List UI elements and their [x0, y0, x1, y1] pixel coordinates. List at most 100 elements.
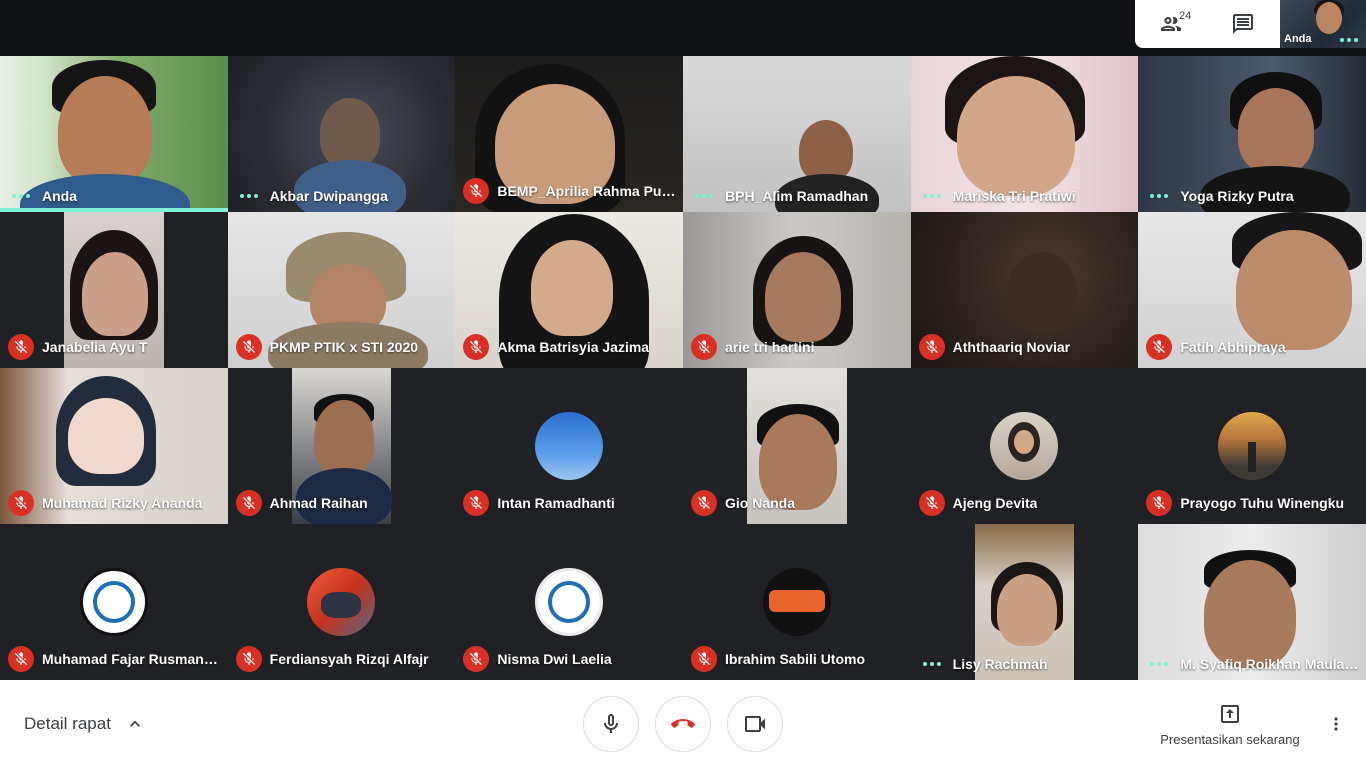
face [68, 398, 144, 474]
participant-tile[interactable]: Anda [0, 56, 228, 212]
participant-name: Muhamad Rizky Ananda [42, 495, 203, 511]
participant-tile[interactable]: Muhamad Fajar Rusmanha... [0, 524, 228, 680]
participant-label: BPH_Alim Ramadhan [691, 188, 905, 204]
more-options-button[interactable] [1326, 714, 1346, 734]
mic-off-icon [235, 334, 262, 360]
audio-level-icon [691, 194, 717, 198]
participant-tile[interactable]: Yoga Rizky Putra [1138, 56, 1366, 212]
face [82, 252, 148, 336]
participant-tile[interactable]: Fatih Abhipraya [1138, 212, 1366, 368]
mic-off-icon [691, 646, 717, 672]
participant-name: Nisma Dwi Laelia [497, 651, 612, 667]
mic-button[interactable] [583, 696, 639, 752]
face [1238, 88, 1315, 174]
participant-name: Fatih Abhipraya [1180, 339, 1286, 355]
participant-tile[interactable]: Akbar Dwipangga [227, 56, 456, 212]
participant-tile[interactable]: Gio Nanda [683, 368, 911, 524]
participant-tile[interactable]: Nisma Dwi Laelia [455, 524, 683, 680]
participant-label: Mariska Tri Pratiwi [919, 188, 1133, 204]
mic-off-icon [918, 490, 945, 516]
present-now-button[interactable]: Presentasikan sekarang [1150, 702, 1310, 747]
participant-tile[interactable]: PKMP PTIK x STI 2020 [227, 212, 456, 368]
participant-label: Yoga Rizky Putra [1146, 188, 1360, 204]
participant-label: Ferdiansyah Rizqi Alfajr [235, 646, 450, 672]
audio-level-icon [1146, 662, 1172, 666]
hangup-button[interactable] [655, 696, 711, 752]
mic-off-icon [8, 334, 34, 360]
participant-grid: Anda Akbar Dwipangga BEMP_Aprilia Rahma … [0, 56, 1366, 680]
participant-label: Prayogo Tuhu Winengku [1146, 490, 1360, 516]
mic-off-icon [691, 490, 717, 516]
face [1204, 560, 1297, 668]
participant-tile[interactable]: BEMP_Aprilia Rahma Pusp... [455, 56, 683, 212]
face [1236, 230, 1353, 350]
meeting-details-button[interactable]: Detail rapat [24, 714, 145, 734]
participant-label: Akma Batrisyia Jazima [463, 334, 677, 360]
participant-name: Yoga Rizky Putra [1180, 188, 1294, 204]
mic-icon [604, 714, 618, 733]
face [996, 574, 1057, 646]
participant-tile[interactable]: Ajeng Devita [910, 368, 1139, 524]
participant-tile[interactable]: Ferdiansyah Rizqi Alfajr [227, 524, 456, 680]
mic-off-icon [235, 490, 262, 516]
present-icon [1221, 705, 1239, 723]
participant-tile[interactable]: Prayogo Tuhu Winengku [1138, 368, 1366, 524]
mic-off-icon [463, 490, 490, 516]
participant-tile[interactable]: Ibrahim Sabili Utomo [683, 524, 911, 680]
audio-level-icon [919, 662, 945, 666]
participant-tile[interactable]: Mariska Tri Pratiwi [910, 56, 1139, 212]
bottom-bar: Detail rapat Presentasikan sekarang [0, 680, 1366, 768]
avatar [307, 568, 376, 636]
participant-name: arie tri hartini [725, 339, 815, 355]
participant-tile[interactable]: Intan Ramadhanti [455, 368, 683, 524]
people-count-badge: 24 [1179, 10, 1192, 22]
participant-label: PKMP PTIK x STI 2020 [235, 334, 450, 360]
face [765, 252, 841, 342]
participant-tile[interactable]: M. Syafiq Roikhan Maulana [1138, 524, 1366, 680]
participant-label: M. Syafiq Roikhan Maulana [1146, 656, 1360, 672]
participant-tile[interactable]: Ahmad Raihan [227, 368, 456, 524]
face [313, 400, 374, 476]
mic-off-icon [8, 490, 34, 516]
chat-button[interactable] [1207, 0, 1279, 48]
participant-name: Gio Nanda [725, 495, 796, 511]
participant-name: Prayogo Tuhu Winengku [1180, 495, 1345, 511]
people-button[interactable]: 24 [1135, 0, 1207, 48]
chat-icon [1233, 14, 1253, 34]
audio-level-icon [236, 194, 262, 198]
participant-name: BPH_Alim Ramadhan [725, 188, 869, 204]
top-panel: 24 [1135, 0, 1280, 48]
mic-off-icon [463, 178, 490, 204]
participant-tile[interactable]: Aththaariq Noviar [910, 212, 1139, 368]
face [799, 120, 853, 182]
camera-button[interactable] [727, 696, 783, 752]
self-face [1316, 2, 1342, 34]
participant-tile[interactable]: arie tri hartini [683, 212, 911, 368]
face [58, 76, 152, 186]
avatar [762, 568, 831, 636]
participant-tile[interactable]: Muhamad Rizky Ananda [0, 368, 228, 524]
participant-label: Fatih Abhipraya [1146, 334, 1360, 360]
shirt [293, 160, 406, 212]
participant-label: Muhamad Fajar Rusmanha... [8, 646, 222, 672]
avatar [990, 412, 1059, 480]
participant-label: Ajeng Devita [918, 490, 1133, 516]
mic-off-icon [691, 334, 717, 360]
participant-tile[interactable]: Janabelia Ayu T [0, 212, 228, 368]
avatar [1218, 412, 1287, 480]
participant-tile[interactable]: Lisy Rachmah [910, 524, 1139, 680]
participant-label: Intan Ramadhanti [463, 490, 677, 516]
participant-label: Janabelia Ayu T [8, 334, 222, 360]
participant-tile[interactable]: Akma Batrisyia Jazima [455, 212, 683, 368]
self-preview[interactable]: Anda [1280, 0, 1366, 48]
participant-label: Nisma Dwi Laelia [463, 646, 677, 672]
mic-off-icon [1146, 334, 1173, 360]
participant-tile[interactable]: BPH_Alim Ramadhan [683, 56, 911, 212]
participant-label: Ahmad Raihan [235, 490, 450, 516]
participant-label: Ibrahim Sabili Utomo [691, 646, 905, 672]
audio-level-icon [8, 194, 34, 198]
mic-off-icon [463, 334, 490, 360]
participant-name: Ibrahim Sabili Utomo [725, 651, 866, 667]
participant-label: arie tri hartini [691, 334, 905, 360]
mic-off-icon [235, 646, 262, 672]
